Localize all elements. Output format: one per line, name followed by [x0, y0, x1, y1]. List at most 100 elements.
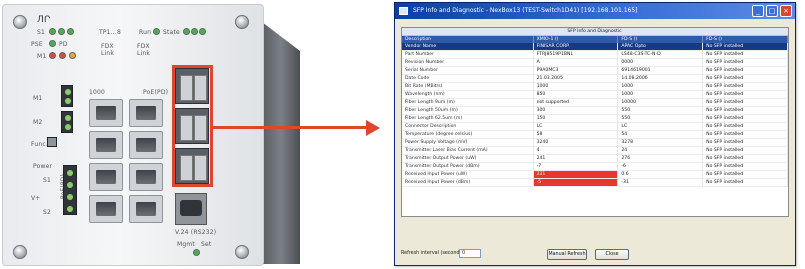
table-cell: No SFP installed [702, 178, 788, 188]
table-cell: No SFP installed [702, 82, 788, 92]
table-cell: No SFP installed [702, 90, 788, 100]
table-cell: Part Number [402, 50, 534, 60]
table-cell: 241 [533, 154, 619, 164]
table-cell: -31 [617, 178, 704, 188]
table-cell: No SFP installed [702, 74, 788, 84]
table-row[interactable]: Received Input Power (dBm) -5 -31 No SFP in… [402, 178, 788, 188]
table-cell: 10000 [617, 98, 704, 108]
table-row[interactable]: Fiber Length 9um (m) not supported 10000 No… [402, 98, 788, 108]
table-row[interactable]: Transmitter Output Power (dBm) -7 -6 No SFP… [402, 162, 788, 172]
table-cell: No SFP installed [702, 122, 788, 132]
table-cell: 21.03.2005 [533, 74, 619, 84]
table-row[interactable]: Fiber Length 50um (m) 300 550 No SFP instal… [402, 106, 788, 116]
label-tp: TP1...8 [99, 29, 122, 36]
table-row[interactable]: Bit Rate (MBit/s) 1000 1000 No SFP installe… [402, 82, 788, 92]
table-row[interactable]: Power Supply Voltage (mV) 3240 3278 No SFP … [402, 138, 788, 148]
table-caption: SFP Info and Diagnostic [402, 28, 788, 37]
table-cell: P9A0MC3 [533, 66, 619, 76]
led-pse [49, 40, 56, 47]
column-header[interactable]: FD-S () [617, 35, 704, 44]
close-button[interactable]: Close [595, 249, 629, 260]
refresh-interval-label: Refresh interval (seconds): [401, 251, 466, 256]
table-cell: Transmitter Output Power (dBm) [402, 162, 534, 172]
window-app-icon [399, 7, 408, 15]
maximize-button[interactable]: □ [766, 5, 778, 17]
label-pd: PD [59, 41, 68, 48]
table-cell: No SFP installed [702, 66, 788, 76]
sfp-highlight-box [172, 65, 213, 187]
table-cell: No SFP installed [702, 130, 788, 140]
label-pse: PSE [31, 41, 43, 48]
column-header[interactable]: FD-S () [702, 35, 788, 44]
table-cell: LC [533, 122, 619, 132]
led-s1b [58, 28, 65, 35]
table-row[interactable]: Transmitter Output Power (uW) 241 276 No SF… [402, 154, 788, 164]
title-bar[interactable]: SFP Info and Diagnostic - NexBox13 (TEST… [395, 3, 795, 19]
table-cell: Transmitter Laser Bias Current (mA) [402, 146, 534, 156]
screw-icon [235, 245, 249, 259]
table-cell: Connector Description [402, 122, 534, 132]
table-cell: No SFP installed [702, 154, 788, 164]
table-cell: No SFP installed [702, 106, 788, 116]
table-cell: 4 [533, 146, 619, 156]
label-link: Link [101, 50, 115, 57]
table-cell: 58 [533, 130, 619, 140]
label-run: Run [139, 29, 152, 36]
table-cell: APAC Opto [617, 43, 704, 52]
table-cell: Revision Number [402, 58, 534, 68]
label-state: State [163, 29, 180, 36]
refresh-interval-input[interactable]: 0 [459, 249, 481, 258]
table-row[interactable]: Wavelength (nm) 850 1000 No SFP installed [402, 90, 788, 100]
window-title: SFP Info and Diagnostic - NexBox13 (TEST… [413, 7, 638, 14]
minimize-button[interactable]: _ [752, 5, 764, 17]
column-header[interactable]: Description [402, 35, 534, 44]
table-row[interactable]: Fiber Length 62.5um (m) 150 550 No SFP inst… [402, 114, 788, 124]
label-1000: 1000 [89, 89, 106, 96]
label-func: Func. [31, 141, 48, 148]
label-s2-power: S2 [43, 209, 52, 216]
label-m2-port: M2 [33, 119, 43, 126]
table-cell: Transmitter Output Power (uW) [402, 154, 534, 164]
switch-device: ЛՐ S1 PSE PD M1 TP1...8 Run State FDX Li… [2, 4, 264, 266]
table-row[interactable]: Temperature (degree celsius) 58 54 No SFP i… [402, 130, 788, 140]
led-mgmt [193, 249, 200, 256]
close-window-button[interactable]: × [780, 5, 792, 17]
table-cell: No SFP installed [702, 114, 788, 124]
table-cell: No SFP installed [702, 138, 788, 148]
table-row[interactable]: Received Input Power (uW) 231 0.6 No SFP in… [402, 170, 788, 180]
table-row[interactable]: Transmitter Laser Bias Current (mA) 4 24 No… [402, 146, 788, 156]
label-fdx: FDX [101, 43, 114, 50]
rj45-port-8 [129, 195, 163, 223]
table-cell: A [533, 58, 619, 68]
bottom-bar: Refresh interval (seconds): 0 Manual Ref… [395, 239, 797, 263]
func-button [47, 137, 57, 147]
label-poe-pd: PoE(PD) [143, 89, 169, 96]
rj45-port-1 [89, 99, 123, 127]
table-cell: Received Input Power (dBm) [402, 178, 534, 188]
table-row[interactable]: Serial Number P9A0MC3 6914619001 No SFP ins… [402, 66, 788, 76]
manual-refresh-button[interactable]: Manual Refresh [547, 249, 587, 260]
label-set: Set [201, 241, 212, 248]
label-serial: V.24 (RS232) [175, 229, 217, 236]
label-power: Power [33, 163, 53, 170]
table-row[interactable]: Date Code 21.03.2005 14.08.2006 No SFP inst… [402, 74, 788, 84]
sfp-info-grid[interactable]: SFP Info and Diagnostic Description XMIO-… [401, 27, 789, 217]
table-cell: Date Code [402, 74, 534, 84]
table-cell: FINISAR CORP. [533, 43, 619, 52]
table-row[interactable]: Connector Description LC LC No SFP installe… [402, 122, 788, 132]
terminal-m1 [61, 85, 73, 107]
callout-arrow-line [210, 126, 370, 129]
rj45-port-4 [129, 131, 163, 159]
table-cell: 300 [533, 106, 619, 116]
column-header[interactable]: XMIO-1 () [533, 35, 619, 44]
table-row[interactable]: Revision Number A 0000 No SFP installed [402, 58, 788, 68]
power-terminal [63, 165, 77, 215]
table-cell: -7 [533, 162, 619, 172]
table-cell: 3278 [617, 138, 704, 148]
table-row[interactable]: Part Number FTRJ8519P1BNL LS48-C3S-TC-N-D N… [402, 50, 788, 60]
window-controls: _ □ × [752, 5, 792, 17]
screw-icon [235, 15, 249, 29]
led-s1c [67, 28, 74, 35]
table-row[interactable]: Vendor Name FINISAR CORP. APAC Opto No SFP … [402, 43, 788, 52]
led-m2 [59, 52, 66, 59]
